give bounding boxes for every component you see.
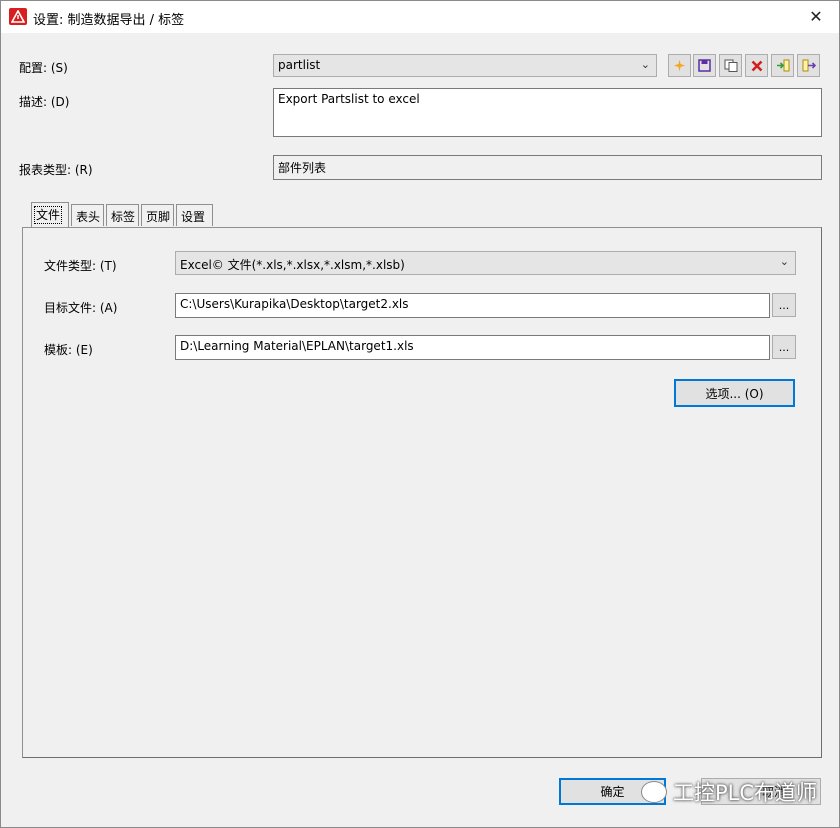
template-label: 模板: (E) — [44, 343, 93, 357]
config-value: partlist — [278, 58, 321, 72]
tab-footer[interactable]: 页脚 — [141, 204, 174, 226]
tab-footer-label: 页脚 — [146, 210, 171, 224]
target-file-input[interactable]: C:\Users\Kurapika\Desktop\target2.xls — [175, 293, 770, 318]
tab-settings-label: 设置 — [181, 210, 206, 224]
report-type-field: 部件列表 — [273, 155, 822, 180]
import-icon — [776, 59, 789, 72]
watermark: 工控PLC布道师 — [641, 775, 817, 809]
export-icon — [802, 59, 816, 72]
tab-header-label: 表头 — [76, 210, 101, 224]
delete-icon — [751, 60, 762, 71]
tab-file-label: 文件 — [33, 206, 63, 224]
save-icon — [698, 59, 711, 72]
tab-labels-label: 标签 — [111, 210, 136, 224]
title-bar: 设置: 制造数据导出 / 标签 ✕ — [1, 1, 839, 33]
options-button[interactable]: 选项... (O) — [674, 379, 795, 407]
file-type-value: Excel© 文件(*.xls,*.xlsx,*.xlsm,*.xlsb) — [180, 258, 405, 272]
watermark-text: 工控PLC布道师 — [673, 781, 818, 805]
save-button[interactable] — [693, 54, 716, 77]
description-label: 描述: (D) — [19, 95, 70, 109]
tab-file[interactable]: 文件 — [31, 202, 69, 227]
file-type-label: 文件类型: (T) — [44, 259, 117, 273]
target-file-label: 目标文件: (A) — [44, 301, 118, 315]
chevron-down-icon: ⌄ — [640, 58, 650, 71]
chevron-down-icon: ⌄ — [779, 255, 789, 268]
copy-icon — [724, 59, 737, 72]
dialog-window: 设置: 制造数据导出 / 标签 ✕ 配置: (S) partlist ⌄ 描述:… — [0, 0, 840, 828]
export-button[interactable] — [797, 54, 820, 77]
new-icon — [674, 59, 685, 72]
close-button[interactable]: ✕ — [793, 1, 839, 32]
tab-header[interactable]: 表头 — [71, 204, 104, 226]
import-button[interactable] — [771, 54, 794, 77]
config-select[interactable]: partlist ⌄ — [273, 54, 657, 77]
target-file-browse-button[interactable]: ... — [772, 293, 796, 317]
config-label: 配置: (S) — [19, 61, 68, 75]
tab-labels[interactable]: 标签 — [106, 204, 139, 226]
copy-button[interactable] — [719, 54, 742, 77]
delete-button[interactable] — [745, 54, 768, 77]
file-type-select[interactable]: Excel© 文件(*.xls,*.xlsx,*.xlsm,*.xlsb) ⌄ — [175, 251, 796, 275]
new-button[interactable] — [668, 54, 691, 77]
file-tab-panel: 文件类型: (T) Excel© 文件(*.xls,*.xlsx,*.xlsm,… — [22, 227, 822, 758]
eplan-app-icon — [9, 8, 27, 25]
report-type-label: 报表类型: (R) — [19, 163, 93, 177]
tab-settings[interactable]: 设置 — [176, 204, 213, 226]
template-input[interactable]: D:\Learning Material\EPLAN\target1.xls — [175, 335, 770, 360]
wechat-icon — [641, 781, 667, 803]
close-icon: ✕ — [809, 7, 823, 26]
description-input[interactable]: Export Partslist to excel — [273, 88, 822, 137]
window-title: 设置: 制造数据导出 / 标签 — [33, 13, 185, 28]
template-browse-button[interactable]: ... — [772, 335, 796, 359]
